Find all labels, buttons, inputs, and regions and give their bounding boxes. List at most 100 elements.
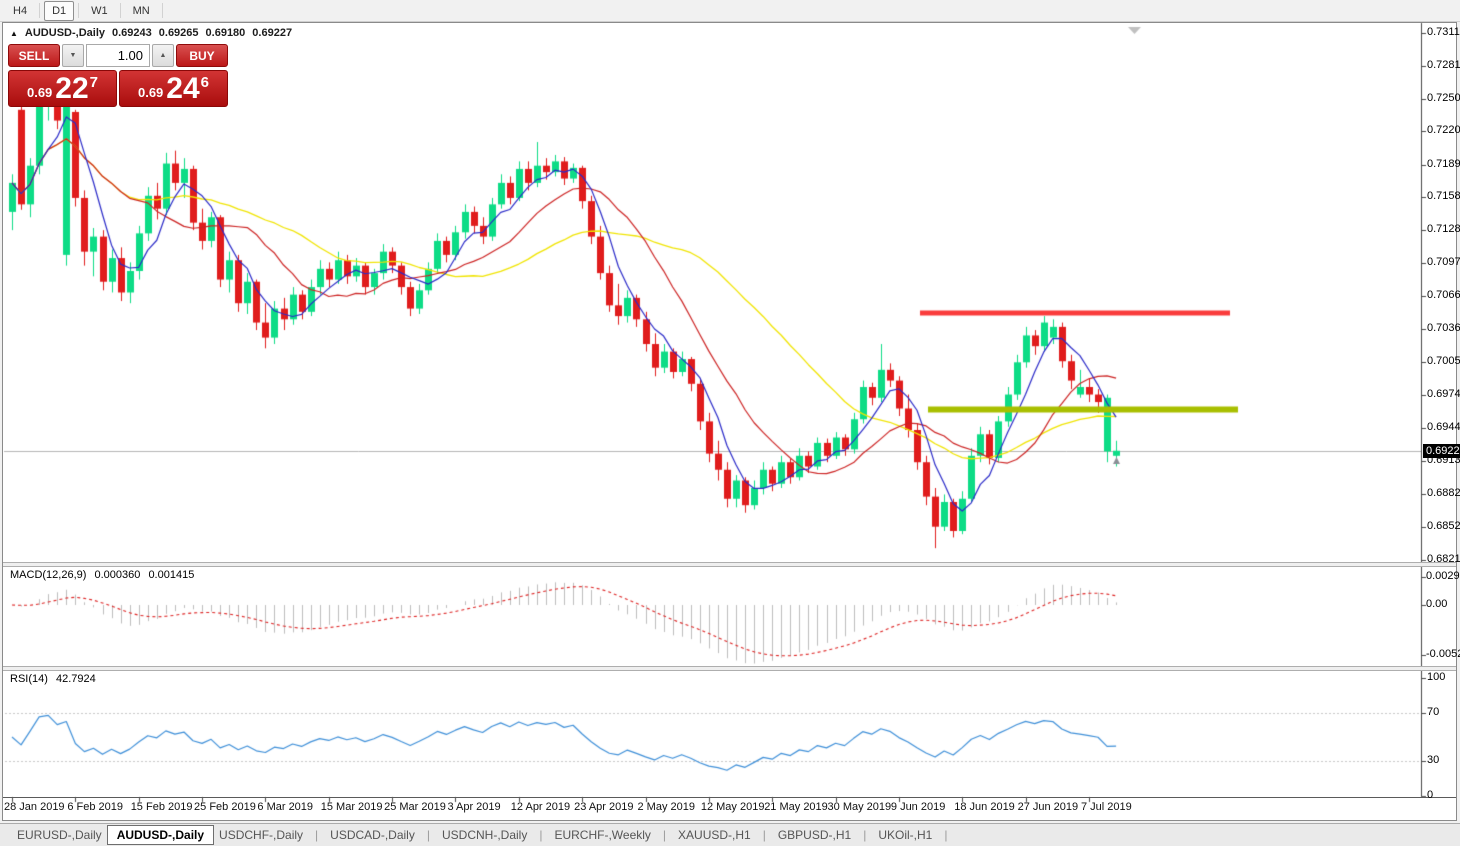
timeframe-toolbar: H4 D1 W1 MN bbox=[0, 0, 1460, 22]
price-axis-label: 0.70970 bbox=[1427, 256, 1460, 269]
date-axis-label: 9 Jun 2019 bbox=[890, 801, 946, 813]
price-axis-label: 0.72505 bbox=[1427, 91, 1460, 104]
tab-usdchf-daily[interactable]: USDCHF-,Daily bbox=[214, 826, 308, 844]
tab-xauusd-h1[interactable]: XAUUSD-,H1 bbox=[673, 826, 756, 844]
date-axis-label: 7 Jul 2019 bbox=[1080, 801, 1132, 813]
tab-separator: | bbox=[863, 828, 867, 842]
ohlc-close: 0.69227 bbox=[252, 27, 293, 39]
macd-axis-label: -0.00525 bbox=[1426, 648, 1460, 660]
ohlc-low: 0.69180 bbox=[205, 27, 246, 39]
tab-ukoil-h1[interactable]: UKOil-,H1 bbox=[873, 826, 937, 844]
tab-usdcnh-daily[interactable]: USDCNH-,Daily bbox=[437, 826, 532, 844]
sell-button[interactable]: SELL bbox=[8, 44, 60, 67]
date-axis-label: 3 Apr 2019 bbox=[447, 801, 501, 813]
sell-price-big: 0.69 bbox=[26, 85, 53, 100]
macd-label: MACD(12,26,9) 0.000360 0.001415 bbox=[10, 569, 199, 581]
timeframe-button-d1[interactable]: D1 bbox=[44, 0, 75, 21]
rsi-label: RSI(14) 42.7924 bbox=[10, 673, 101, 685]
rsi-axis-label: 0 bbox=[1427, 789, 1434, 801]
tab-separator: | bbox=[426, 828, 430, 842]
rsi-value: 42.7924 bbox=[55, 673, 96, 685]
rsi-axis-label: 30 bbox=[1427, 753, 1440, 766]
tab-separator: | bbox=[315, 828, 319, 842]
toolbar-separator bbox=[39, 3, 41, 18]
buy-price-main: 24 bbox=[166, 72, 200, 105]
price-axis-label: 0.70050 bbox=[1427, 355, 1460, 368]
ohlc-open: 0.69243 bbox=[112, 27, 152, 39]
chart-canvas[interactable] bbox=[0, 0, 1460, 846]
volume-input[interactable] bbox=[86, 44, 150, 67]
buy-price-big: 0.69 bbox=[137, 85, 164, 100]
tab-eurusd-daily[interactable]: EURUSD-,Daily bbox=[12, 826, 107, 844]
timeframe-button-h4[interactable]: H4 bbox=[5, 1, 35, 21]
symbol-label: AUDUSD-,Daily bbox=[24, 27, 105, 39]
rsi-axis-label: 70 bbox=[1427, 706, 1440, 719]
tab-separator: | bbox=[539, 828, 543, 842]
sell-price-sup: 7 bbox=[89, 74, 99, 91]
price-axis-label: 0.73115 bbox=[1427, 26, 1460, 38]
volume-decrease-button[interactable]: ▼ bbox=[62, 44, 84, 67]
macd-value-signal: 0.001415 bbox=[148, 569, 195, 581]
ohlc-high: 0.69265 bbox=[158, 27, 199, 39]
arrow-down-icon: ▼ bbox=[69, 52, 77, 59]
price-axis-label: 0.72200 bbox=[1427, 124, 1460, 137]
rsi-axis-label: 100 bbox=[1427, 671, 1446, 683]
macd-title: MACD(12,26,9) bbox=[10, 569, 87, 581]
rsi-title: RSI(14) bbox=[10, 673, 48, 685]
panel-divider-macd[interactable] bbox=[3, 562, 1456, 567]
collapse-panel-icon[interactable]: ▲ bbox=[10, 29, 18, 38]
arrow-up-icon: ▲ bbox=[159, 52, 167, 59]
price-axis-label: 0.71280 bbox=[1427, 223, 1460, 236]
date-axis-label: 18 Jun 2019 bbox=[954, 801, 1015, 813]
date-axis-label: 15 Feb 2019 bbox=[130, 801, 193, 813]
tab-separator: | bbox=[944, 828, 948, 842]
tab-usdcad-daily[interactable]: USDCAD-,Daily bbox=[325, 826, 420, 844]
date-axis-label: 28 Jan 2019 bbox=[4, 801, 65, 813]
tab-audusd-daily[interactable]: AUDUSD-,Daily bbox=[106, 825, 215, 845]
tab-gbpusd-h1[interactable]: GBPUSD-,H1 bbox=[773, 826, 856, 844]
price-axis-label: 0.70665 bbox=[1427, 289, 1460, 302]
date-axis-label: 12 May 2019 bbox=[700, 801, 765, 813]
price-axis-label: 0.70360 bbox=[1427, 322, 1460, 334]
price-axis-label: 0.69440 bbox=[1427, 420, 1460, 433]
chart-symbol-header: ▲ AUDUSD-,Daily 0.69243 0.69265 0.69180 … bbox=[10, 27, 292, 39]
current-price-tag: 0.69227 bbox=[1423, 443, 1460, 458]
date-axis-label: 12 Apr 2019 bbox=[510, 801, 571, 813]
tab-separator: | bbox=[662, 828, 667, 842]
volume-increase-button[interactable]: ▲ bbox=[152, 44, 174, 67]
buy-button[interactable]: BUY bbox=[176, 44, 228, 67]
toolbar-separator bbox=[119, 3, 121, 18]
buy-price-panel[interactable]: 0.69 24 6 bbox=[119, 70, 228, 107]
toolbar-separator bbox=[78, 3, 80, 18]
price-axis-label: 0.72810 bbox=[1427, 58, 1460, 71]
price-axis-label: 0.71890 bbox=[1427, 157, 1460, 170]
date-axis-label: 6 Mar 2019 bbox=[257, 801, 314, 813]
price-axis-label: 0.71585 bbox=[1427, 190, 1460, 203]
date-axis-line bbox=[3, 797, 1456, 798]
timeframe-button-w1[interactable]: W1 bbox=[83, 1, 116, 21]
panel-divider-rsi[interactable] bbox=[3, 666, 1456, 671]
chart-tab-bar: EURUSD-,Daily AUDUSD-,Daily USDCHF-,Daily |… bbox=[0, 823, 1460, 846]
tab-separator: | bbox=[762, 828, 766, 842]
date-axis-label: 21 May 2019 bbox=[764, 801, 828, 813]
one-click-trading-panel: SELL ▼ ▲ BUY 0.69 22 7 0.69 24 6 bbox=[8, 44, 228, 107]
price-axis-label: 0.68210 bbox=[1427, 553, 1460, 565]
date-axis-label: 6 Feb 2019 bbox=[67, 801, 123, 813]
sell-price-main: 22 bbox=[55, 72, 89, 105]
macd-axis-label: 0.00 bbox=[1426, 598, 1448, 610]
buy-price-sup: 6 bbox=[200, 74, 210, 91]
tab-eurchf-weekly[interactable]: EURCHF-,Weekly bbox=[549, 826, 655, 844]
price-axis-label: 0.68825 bbox=[1427, 486, 1460, 499]
date-axis-label: 25 Mar 2019 bbox=[384, 801, 446, 813]
macd-value-main: 0.000360 bbox=[94, 569, 141, 581]
price-axis-label: 0.68520 bbox=[1427, 519, 1460, 532]
date-axis-label: 15 Mar 2019 bbox=[320, 801, 383, 813]
date-axis-label: 27 Jun 2019 bbox=[1017, 801, 1079, 813]
timeframe-button-mn[interactable]: MN bbox=[125, 1, 158, 21]
price-axis-label: 0.69745 bbox=[1427, 388, 1460, 401]
toolbar-separator bbox=[161, 3, 163, 18]
date-axis-label: 2 May 2019 bbox=[637, 801, 695, 813]
date-axis-label: 25 Feb 2019 bbox=[194, 801, 256, 813]
sell-price-panel[interactable]: 0.69 22 7 bbox=[8, 70, 117, 107]
date-axis-label: 30 May 2019 bbox=[827, 801, 892, 813]
